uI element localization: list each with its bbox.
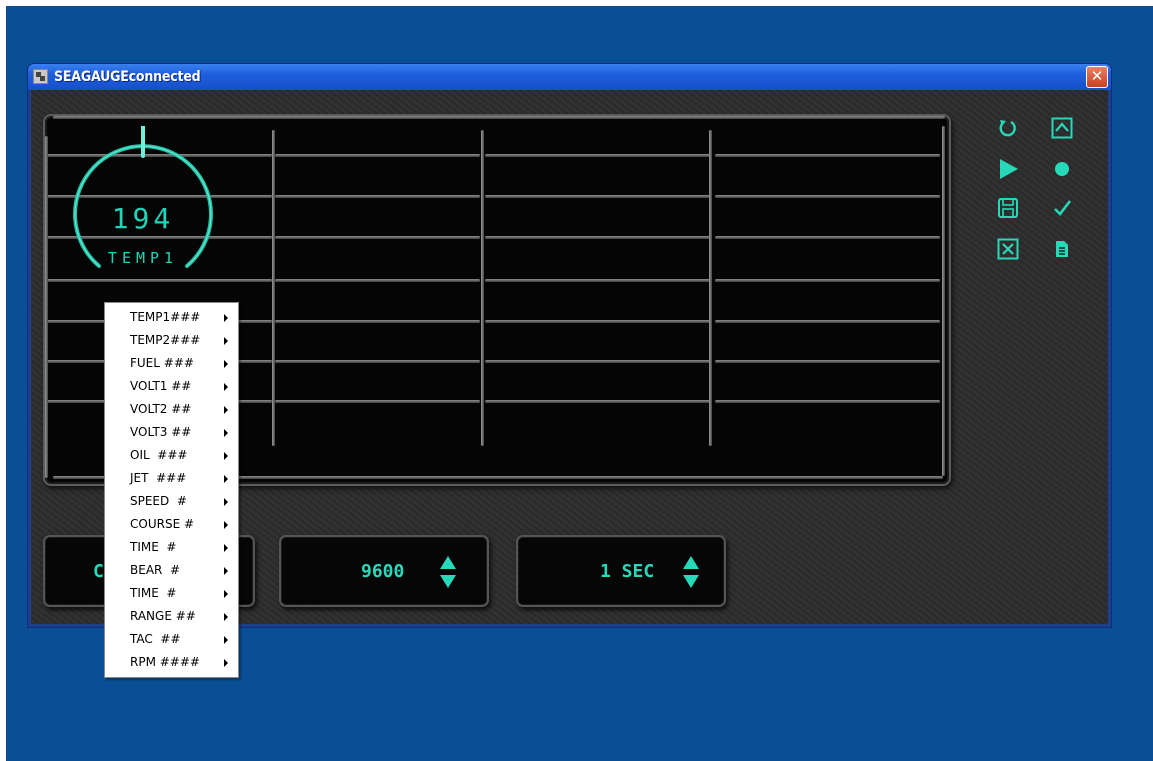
document-icon[interactable] (1050, 237, 1074, 261)
submenu-arrow-icon (224, 613, 228, 621)
grid-divider (709, 130, 712, 446)
gauge-value: 194 (111, 202, 175, 235)
menu-item-label: BEAR # (130, 563, 181, 577)
submenu-arrow-icon (224, 636, 228, 644)
menu-item-tac[interactable]: TAC ## (105, 628, 238, 651)
menu-item-label: VOLT3 ## (130, 425, 192, 439)
menu-item-volt2[interactable]: VOLT2 ## (105, 398, 238, 421)
submenu-arrow-icon (224, 337, 228, 345)
close-button[interactable]: ✕ (1086, 66, 1108, 88)
submenu-arrow-icon (224, 544, 228, 552)
interval-panel[interactable]: 1 SEC (516, 535, 726, 607)
save-icon[interactable] (996, 196, 1020, 220)
grid-divider (481, 130, 484, 446)
menu-item-course[interactable]: COURSE # (105, 513, 238, 536)
menu-item-label: RANGE ## (130, 609, 196, 623)
frame-left (45, 136, 48, 478)
menu-item-jet[interactable]: JET ### (105, 467, 238, 490)
grid-line (275, 400, 480, 403)
menu-item-temp1[interactable]: TEMP1### (105, 306, 238, 329)
grid-line (715, 400, 940, 403)
grid-line (275, 279, 480, 282)
frame-top (53, 116, 945, 119)
grid-divider (272, 130, 275, 446)
menu-item-label: OIL ### (130, 448, 188, 462)
menu-item-label: TEMP1### (130, 310, 201, 324)
grid-line (275, 154, 480, 157)
menu-item-fuel[interactable]: FUEL ### (105, 352, 238, 375)
submenu-arrow-icon (224, 498, 228, 506)
submenu-arrow-icon (224, 360, 228, 368)
baud-rate-value: 9600 (361, 561, 405, 582)
menu-item-range[interactable]: RANGE ## (105, 605, 238, 628)
baud-updown-icon[interactable] (439, 554, 457, 590)
gauge-context-menu: TEMP1### TEMP2### FUEL ### VOLT1 ## VOLT… (104, 302, 239, 678)
grid-line (715, 320, 940, 323)
submenu-arrow-icon (224, 314, 228, 322)
grid-line (715, 279, 940, 282)
submenu-arrow-icon (224, 452, 228, 460)
baud-rate-panel[interactable]: 9600 (279, 535, 489, 607)
port-text: C (93, 561, 104, 582)
interval-value: 1 SEC (600, 561, 655, 582)
menu-item-label: COURSE # (130, 517, 195, 531)
menu-item-speed[interactable]: SPEED # (105, 490, 238, 513)
submenu-arrow-icon (224, 659, 228, 667)
menu-item-bear[interactable]: BEAR # (105, 559, 238, 582)
grid-line (715, 195, 940, 198)
menu-item-label: TAC ## (130, 632, 181, 646)
menu-item-label: SPEED # (130, 494, 187, 508)
submenu-arrow-icon (224, 475, 228, 483)
menu-item-label: VOLT2 ## (130, 402, 192, 416)
submenu-arrow-icon (224, 383, 228, 391)
window-title: SEAGAUGEconnected (54, 69, 201, 85)
play-icon[interactable] (996, 157, 1020, 181)
menu-item-label: RPM #### (130, 655, 200, 669)
grid-line (485, 279, 710, 282)
gauge-label: TEMP1 (107, 249, 179, 267)
submenu-arrow-icon (224, 429, 228, 437)
temp-gauge[interactable]: 194 TEMP1 (69, 124, 217, 286)
grid-line (715, 154, 940, 157)
grid-line (715, 360, 940, 363)
grid-line (485, 195, 710, 198)
menu-item-temp2[interactable]: TEMP2### (105, 329, 238, 352)
menu-item-label: JET ### (130, 471, 187, 485)
close-box-icon[interactable] (996, 237, 1020, 261)
grid-line (715, 236, 940, 239)
refresh-icon[interactable] (996, 116, 1020, 140)
grid-line (275, 236, 480, 239)
grid-line (275, 195, 480, 198)
menu-item-label: FUEL ### (130, 356, 194, 370)
grid-line (275, 320, 480, 323)
frame-right (942, 126, 945, 476)
submenu-arrow-icon (224, 567, 228, 575)
submenu-arrow-icon (224, 406, 228, 414)
grid-line (485, 154, 710, 157)
interval-updown-icon[interactable] (682, 554, 700, 590)
grid-line (485, 360, 710, 363)
menu-item-label: TIME # (130, 586, 177, 600)
title-bar[interactable]: SEAGAUGEconnected ✕ (28, 64, 1111, 90)
menu-item-label: TEMP2### (130, 333, 201, 347)
collapse-up-icon[interactable] (1050, 116, 1074, 140)
menu-item-time-2[interactable]: TIME # (105, 582, 238, 605)
menu-item-volt3[interactable]: VOLT3 ## (105, 421, 238, 444)
grid-line (485, 236, 710, 239)
menu-item-time[interactable]: TIME # (105, 536, 238, 559)
menu-item-label: VOLT1 ## (130, 379, 192, 393)
menu-item-label: TIME # (130, 540, 177, 554)
menu-item-rpm[interactable]: RPM #### (105, 651, 238, 674)
grid-line (275, 360, 480, 363)
submenu-arrow-icon (224, 521, 228, 529)
grid-line (485, 400, 710, 403)
grid-line (485, 320, 710, 323)
record-icon[interactable] (1050, 157, 1074, 181)
app-icon (33, 69, 48, 84)
check-icon[interactable] (1050, 196, 1074, 220)
menu-item-volt1[interactable]: VOLT1 ## (105, 375, 238, 398)
submenu-arrow-icon (224, 590, 228, 598)
menu-item-oil[interactable]: OIL ### (105, 444, 238, 467)
